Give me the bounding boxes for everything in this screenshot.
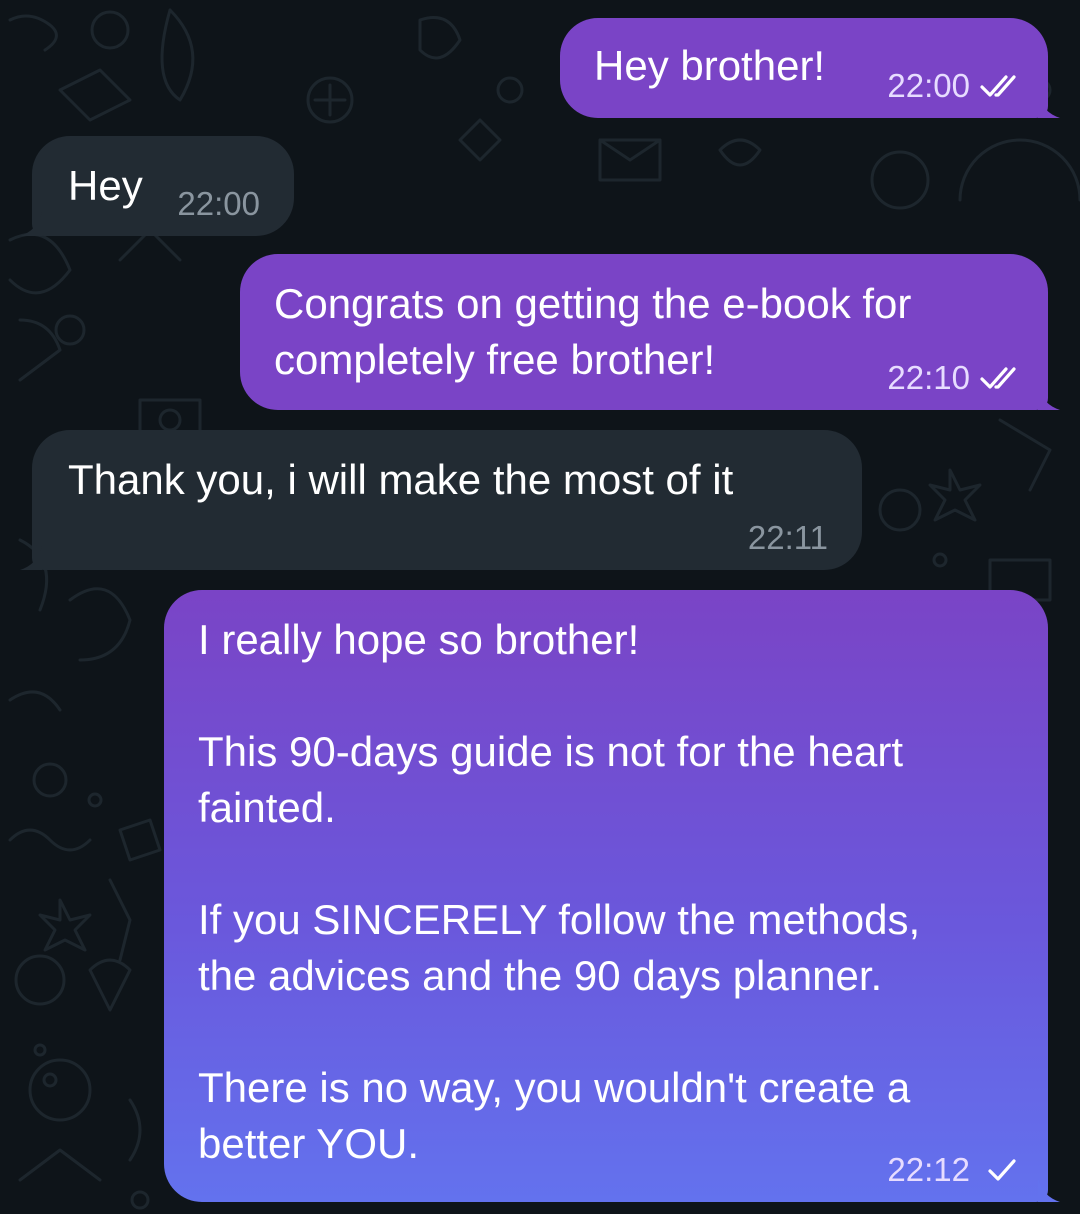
- incoming-message[interactable]: Hey 22:00: [20, 136, 294, 236]
- double-check-icon: [980, 75, 1016, 97]
- message-text: I really hope so brother! This 90-days g…: [198, 616, 921, 1167]
- message-list[interactable]: Hey brother! 22:00 Hey 22:00 Congrats on…: [0, 0, 1080, 1214]
- message-time: 22:00: [177, 185, 260, 222]
- double-check-icon: [980, 367, 1016, 389]
- message-meta: 22:11: [748, 520, 828, 556]
- message-text: Hey: [68, 162, 143, 209]
- message-time: 22:10: [887, 359, 970, 396]
- bubble-tail: [20, 546, 42, 570]
- message-time: 22:12: [887, 1151, 970, 1188]
- bubble-tail: [1038, 1178, 1060, 1202]
- outgoing-message[interactable]: Hey brother! 22:00: [560, 18, 1060, 118]
- single-check-icon: [988, 1159, 1016, 1181]
- message-meta: 22:00: [887, 68, 1024, 104]
- bubble-tail: [20, 212, 42, 236]
- incoming-message[interactable]: Thank you, i will make the most of it 22…: [20, 430, 862, 570]
- bubble-tail: [1038, 94, 1060, 118]
- message-time: 22:00: [887, 67, 970, 104]
- message-text: Thank you, i will make the most of it: [68, 456, 734, 503]
- outgoing-message[interactable]: Congrats on getting the e-book for compl…: [240, 254, 1060, 410]
- message-time: 22:11: [747, 519, 828, 556]
- message-meta: 22:10: [887, 360, 1024, 396]
- message-meta: 22:12: [887, 1152, 1024, 1188]
- message-text: Hey brother!: [594, 42, 826, 89]
- bubble-tail: [1038, 386, 1060, 410]
- message-meta: 22:00: [177, 186, 260, 222]
- outgoing-message[interactable]: I really hope so brother! This 90-days g…: [164, 590, 1060, 1202]
- message-text: Congrats on getting the e-book for compl…: [274, 280, 912, 383]
